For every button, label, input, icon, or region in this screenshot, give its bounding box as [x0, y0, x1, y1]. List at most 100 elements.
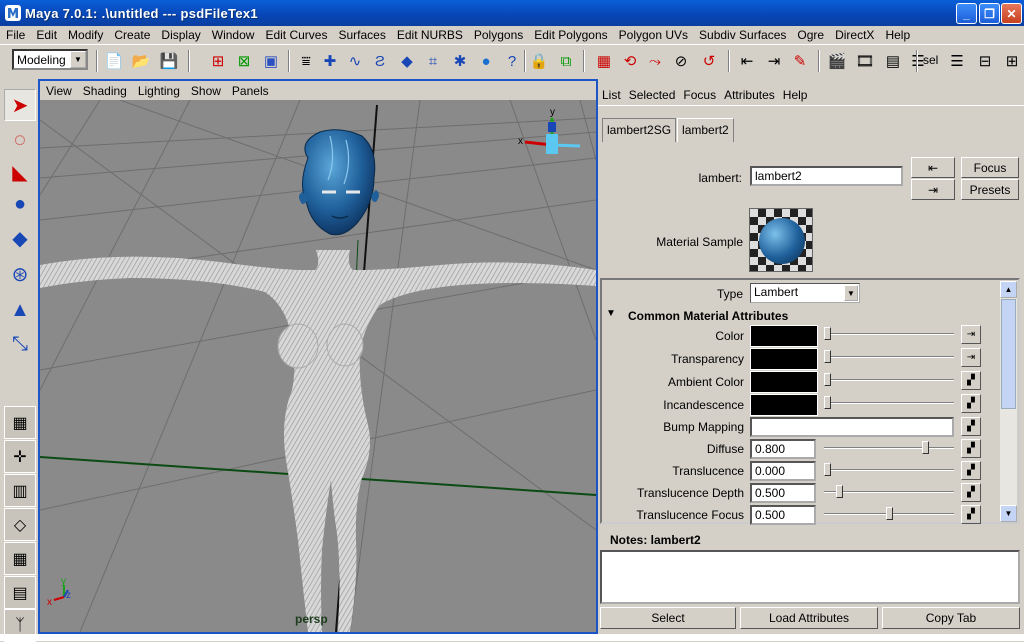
hypershade-layout-icon[interactable]: ▦ [4, 542, 36, 575]
snap-curve-icon[interactable]: ∿ [345, 51, 365, 71]
diffuse-field[interactable]: 0.800 [750, 439, 816, 459]
scene-canvas[interactable]: x y x y z persp [40, 100, 596, 632]
render-settings-icon[interactable]: ▤ [883, 51, 903, 71]
translucence-slider-thumb[interactable] [824, 463, 831, 476]
close-button[interactable]: ✕ [1001, 3, 1022, 24]
translucence-depth-field[interactable]: 0.500 [750, 483, 816, 503]
load-attributes-button[interactable]: Load Attributes [740, 607, 878, 629]
incandescence-slider-thumb[interactable] [824, 396, 831, 409]
attr-menu-selected[interactable]: Selected [625, 88, 680, 102]
render-globals-icon[interactable]: ⤳ [645, 51, 665, 71]
perspective-viewport[interactable]: View Shading Lighting Show Panels x y x … [38, 79, 598, 634]
checker-map-icon[interactable]: ▞ [961, 394, 981, 413]
menu-surfaces[interactable]: Surfaces [332, 28, 390, 42]
menu-directx[interactable]: DirectX [829, 28, 879, 42]
menu-display[interactable]: Display [155, 28, 205, 42]
render-frame-icon[interactable]: 🎬 [827, 51, 847, 71]
viewport-menu-view[interactable]: View [40, 84, 77, 98]
hypershade-icon[interactable]: ⊘ [671, 51, 691, 71]
ambient-color-swatch[interactable] [750, 371, 818, 393]
presets-button[interactable]: Presets [961, 179, 1019, 200]
open-scene-icon[interactable]: 📂 [131, 51, 151, 71]
color-slider-thumb[interactable] [824, 327, 831, 340]
type-dropdown[interactable]: Lambert ▼ [750, 283, 860, 303]
goto-output-icon[interactable]: ⇥ [911, 179, 955, 200]
chevron-down-icon[interactable]: ▼ [844, 285, 858, 301]
persp-hypergraph-layout-icon[interactable]: ▤ [4, 576, 36, 609]
persp-outliner-layout-icon[interactable]: ▥ [4, 474, 36, 507]
menu-file[interactable]: File [0, 28, 30, 42]
viewport-menu-show[interactable]: Show [185, 84, 226, 98]
menu-set-dropdown[interactable]: Modeling ▼ [12, 49, 88, 70]
maximize-button[interactable]: ❐ [979, 3, 1000, 24]
checker-map-icon[interactable]: ▞ [961, 371, 981, 390]
snap-grid-icon[interactable]: ✚ [320, 51, 340, 71]
menu-edit-polygons[interactable]: Edit Polygons [528, 28, 612, 42]
help-icon[interactable]: ? [502, 51, 522, 71]
render-icon[interactable]: ● [476, 51, 496, 71]
checker-map-icon[interactable]: ▞ [961, 439, 981, 458]
checker-map-icon[interactable]: ▞ [961, 483, 981, 502]
menu-create[interactable]: Create [108, 28, 155, 42]
output-ops-icon[interactable]: ⇥ [764, 51, 784, 71]
goto-input-icon[interactable]: ⇤ [911, 157, 955, 178]
filter-icon[interactable]: ⩸ [296, 51, 316, 71]
translucence-focus-field[interactable]: 0.500 [750, 505, 816, 525]
single-perspective-layout-icon[interactable]: ▦ [4, 406, 36, 439]
selection-mask-icon[interactable]: ⧉ [556, 51, 576, 71]
four-view-layout-icon[interactable]: ✛ [4, 440, 36, 473]
select-button[interactable]: Select [600, 607, 736, 629]
move-tool-icon[interactable]: ● [4, 188, 36, 220]
new-scene-icon[interactable]: 📄 [104, 51, 124, 71]
channel-box-icon[interactable]: ☰ [947, 51, 967, 71]
translucence-slider-track[interactable] [824, 469, 954, 471]
menu-edit-curves[interactable]: Edit Curves [259, 28, 332, 42]
select-tool-icon[interactable]: ➤ [4, 89, 36, 121]
lasso-tool-icon[interactable]: ◌ [4, 124, 36, 156]
translucence-depth-slider-thumb[interactable] [836, 485, 844, 498]
menu-polygon-uvs[interactable]: Polygon UVs [613, 28, 693, 42]
scroll-up-icon[interactable]: ▲ [1000, 281, 1017, 298]
lock-icon[interactable]: 🔒 [529, 51, 549, 71]
playblast-icon[interactable]: ↺ [699, 51, 719, 71]
attr-menu-help[interactable]: Help [779, 88, 812, 102]
color-slider-track[interactable] [824, 333, 954, 335]
checker-map-icon[interactable]: ▞ [961, 461, 981, 480]
ambient-slider-track[interactable] [824, 379, 954, 381]
attr-scrollbar[interactable]: ▲ ▼ [1000, 281, 1017, 522]
attr-menu-list[interactable]: List [598, 88, 625, 102]
snap-point-icon[interactable]: Ƨ [370, 51, 390, 71]
history-icon[interactable]: ✱ [450, 51, 470, 71]
select-component-icon[interactable]: ▣ [261, 51, 281, 71]
universal-manipulator-icon[interactable]: ▲ [4, 294, 36, 326]
menu-modify[interactable]: Modify [62, 28, 108, 42]
construction-history-icon[interactable]: ✎ [790, 51, 810, 71]
chevron-down-icon[interactable]: ▼ [70, 51, 86, 68]
ipr-render-icon[interactable]: ⟲ [620, 51, 640, 71]
minimize-button[interactable]: _ [956, 3, 977, 24]
incandescence-swatch[interactable] [750, 394, 818, 416]
translucence-field[interactable]: 0.000 [750, 461, 816, 481]
viewport-menu-shading[interactable]: Shading [77, 84, 132, 98]
save-scene-icon[interactable]: 💾 [159, 51, 179, 71]
bump-mapping-field[interactable] [750, 417, 954, 437]
persp-graph-layout-icon[interactable]: ◇ [4, 508, 36, 541]
attr-menu-attributes[interactable]: Attributes [720, 88, 779, 102]
notes-textarea[interactable] [600, 550, 1020, 604]
snap-view-plane-icon[interactable]: ◆ [397, 51, 417, 71]
render-view-icon[interactable]: ▦ [594, 51, 614, 71]
tool-settings-icon[interactable]: ⊞ [1002, 51, 1022, 71]
focus-button[interactable]: Focus [961, 157, 1019, 178]
collapse-arrow-icon[interactable]: ▼ [606, 308, 616, 319]
menu-ogre[interactable]: Ogre [791, 28, 829, 42]
transparency-slider-thumb[interactable] [824, 350, 831, 363]
viewport-menu-lighting[interactable]: Lighting [132, 84, 185, 98]
transparency-slider-track[interactable] [824, 356, 954, 358]
color-swatch[interactable] [750, 325, 818, 347]
menu-window[interactable]: Window [206, 28, 260, 42]
input-ops-icon[interactable]: ⇤ [737, 51, 757, 71]
tab-lambert2sg[interactable]: lambert2SG [602, 118, 677, 142]
menu-edit[interactable]: Edit [30, 28, 62, 42]
checker-map-icon[interactable]: ▞ [961, 505, 981, 524]
make-live-icon[interactable]: ⌗ [423, 51, 443, 71]
